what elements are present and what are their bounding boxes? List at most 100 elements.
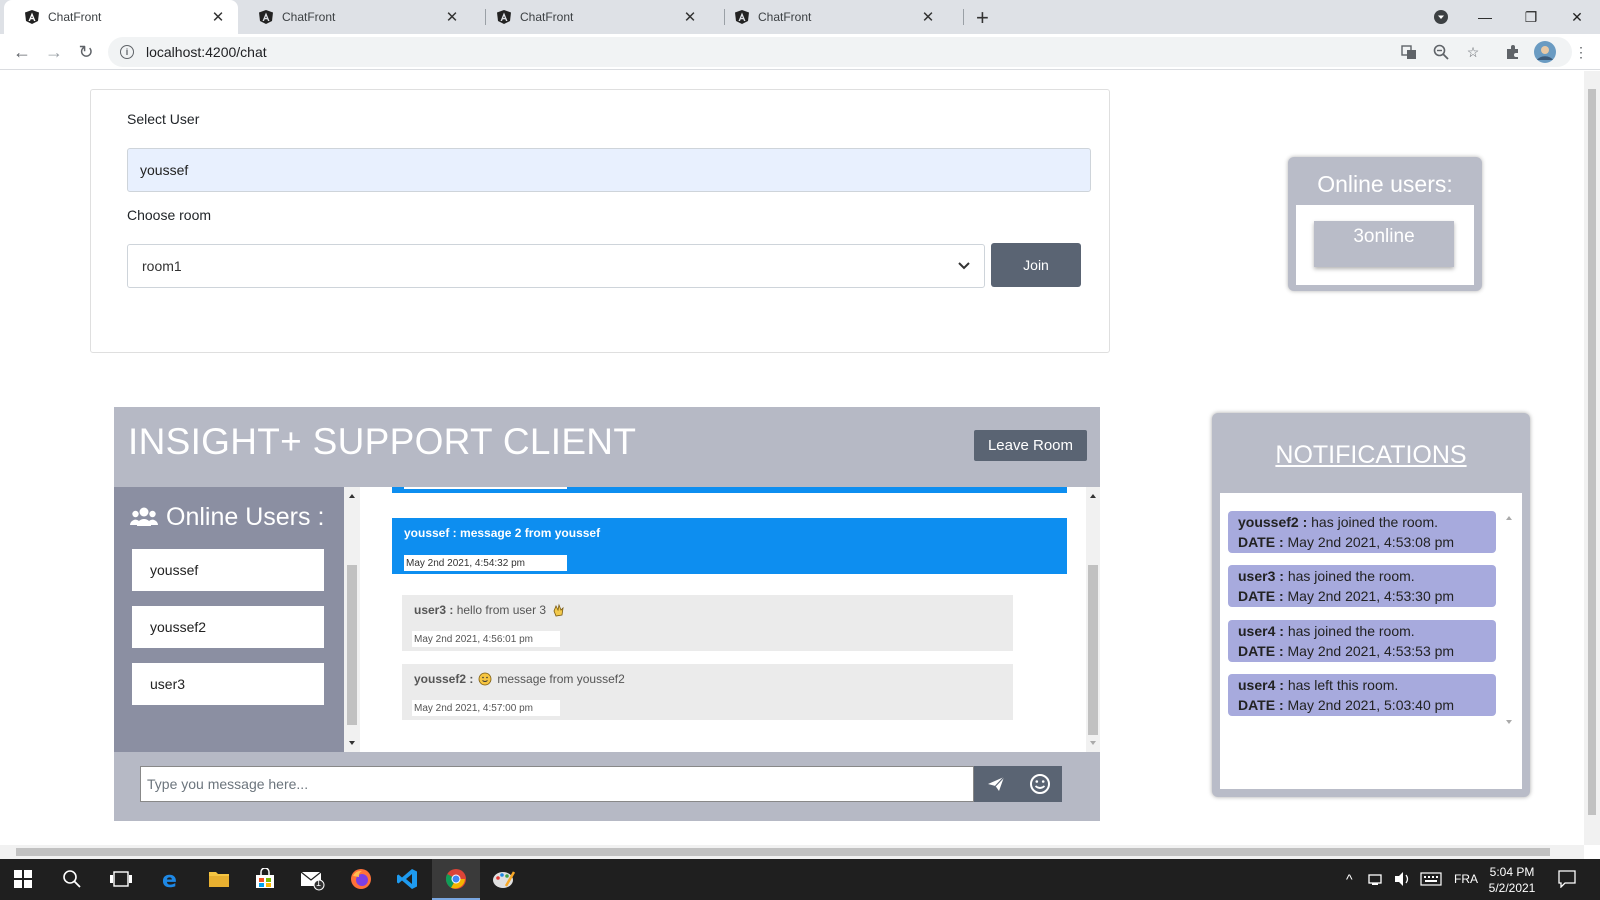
menu-icon[interactable]: ⋮ [1572,43,1590,61]
message-date: May 2nd 2021, 4:56:01 pm [412,631,560,647]
leave-room-button[interactable]: Leave Room [974,430,1087,461]
browser-tab[interactable]: ChatFront ✕ [4,0,238,34]
info-icon[interactable]: i [120,45,134,59]
file-explorer-icon[interactable] [208,869,230,894]
scroll-up-icon[interactable] [1502,513,1516,523]
scroll-thumb[interactable] [16,848,1550,856]
online-users-title: Online users: [1317,171,1453,197]
scroll-thumb[interactable] [1088,565,1098,735]
page-horizontal-scrollbar[interactable] [0,845,1584,859]
page-vertical-scrollbar[interactable] [1584,71,1600,845]
close-icon[interactable]: ✕ [920,8,936,26]
address-bar[interactable]: i localhost:4200/chat [108,37,1572,67]
scroll-down-icon[interactable] [1086,738,1100,748]
close-icon[interactable]: ✕ [444,8,460,26]
notification-item: youssef2 : has joined the room. DATE : M… [1228,511,1496,553]
angular-icon [497,10,511,24]
mail-icon[interactable]: 1 [300,869,326,896]
chat-title: INSIGHT+ SUPPORT CLIENT [128,421,637,462]
store-icon[interactable] [254,867,276,895]
online-users-widget: Online users: 3online [1288,157,1482,291]
room-select-value: room1 [142,258,182,274]
scroll-down-icon[interactable] [1502,717,1516,727]
scroll-thumb[interactable] [1588,89,1596,815]
firefox-icon[interactable] [350,868,372,895]
messages-scrollbar[interactable] [1086,487,1100,752]
angular-icon [735,10,749,24]
close-icon[interactable]: ✕ [682,8,698,26]
task-view-icon[interactable] [110,870,132,893]
profile-menu-icon[interactable] [1418,0,1464,34]
emoji-button[interactable] [1018,766,1062,802]
extensions-icon[interactable] [1504,43,1522,61]
sidebar-title: Online Users : [166,503,325,531]
volume-icon[interactable] [1394,871,1412,892]
avatar[interactable] [1534,41,1556,63]
sidebar-user[interactable]: youssef2 [132,606,324,648]
scroll-up-icon[interactable] [344,491,360,501]
input-language[interactable]: FRA [1454,872,1478,886]
notification-center-icon[interactable] [1558,870,1576,893]
chrome-taskbar-button[interactable] [432,859,480,900]
message-other: youssef2 : message from youssef2 May 2nd… [402,664,1013,720]
edge-icon[interactable]: e [160,867,182,896]
message-text: youssef2 : message from youssef2 [414,672,625,686]
paint-icon[interactable] [492,868,516,895]
browser-toolbar: ← → ↻ i localhost:4200/chat ☆ ⋮ [0,34,1600,70]
browser-tab[interactable]: ChatFront ✕ [238,0,472,34]
zoom-icon[interactable] [1432,43,1450,61]
join-button[interactable]: Join [991,243,1081,287]
window-close-icon[interactable]: ✕ [1554,0,1600,34]
svg-text:e: e [162,868,177,891]
sidebar-user[interactable]: youssef [132,549,324,591]
sidebar-user[interactable]: user3 [132,663,324,705]
clock[interactable]: 5:04 PM 5/2/2021 [1486,864,1538,896]
notifications-title: NOTIFICATIONS [1275,441,1467,469]
translate-icon[interactable] [1400,43,1418,61]
notification-item: user3 : has joined the room. DATE : May … [1228,565,1496,607]
minimize-icon[interactable]: — [1462,0,1508,34]
url-text: localhost:4200/chat [146,44,267,60]
scroll-down-icon[interactable] [344,738,360,748]
tab-title: ChatFront [282,10,336,24]
send-button[interactable] [974,766,1018,802]
sidebar-scrollbar[interactable] [344,487,360,752]
tab-strip: ChatFront ✕ ChatFront ✕ ChatFront ✕ Chat… [0,0,1600,34]
room-select[interactable]: room1 [127,244,985,288]
browser-tab[interactable]: ChatFront ✕ [714,0,948,34]
message-list: youssef : message 2 from youssef May 2nd… [360,487,1086,752]
restore-icon[interactable]: ❐ [1508,0,1554,34]
select-user-label: Select User [127,111,200,127]
online-users-sidebar: Online Users : youssef youssef2 user3 [114,487,344,752]
browser-tab[interactable]: ChatFront ✕ [476,0,710,34]
close-icon[interactable]: ✕ [210,8,226,26]
online-users-body: 3online [1296,205,1474,285]
send-icon [988,776,1005,791]
chevron-down-icon [958,262,970,270]
message-text: user3 : hello from user 3 [414,603,565,617]
windows-start-icon[interactable] [14,870,32,893]
message-input[interactable]: Type you message here... [140,766,974,802]
scroll-thumb[interactable] [347,565,357,725]
search-icon[interactable] [62,869,82,894]
notifications-scrollbar[interactable] [1502,511,1516,729]
clock-time: 5:04 PM [1489,865,1535,879]
scroll-up-icon[interactable] [1086,491,1100,501]
notification-item: user4 : has joined the room. DATE : May … [1228,620,1496,662]
keyboard-icon[interactable] [1420,872,1442,891]
reload-icon[interactable]: ↻ [74,40,98,64]
chevron-up-icon[interactable]: ^ [1346,871,1353,887]
message-text: youssef : message 2 from youssef [404,526,601,540]
tab-title: ChatFront [758,10,812,24]
waving-hand-icon [553,603,564,617]
network-icon[interactable] [1368,871,1384,892]
mail-badge: 1 [316,878,322,888]
forward-icon[interactable]: → [42,40,66,64]
vscode-icon[interactable] [396,868,418,895]
new-tab-icon[interactable]: + [976,5,989,31]
bookmark-star-icon[interactable]: ☆ [1464,43,1482,61]
user-input[interactable]: youssef [127,148,1091,192]
back-icon[interactable]: ← [10,40,34,64]
message-date: May 2nd 2021, 4:57:00 pm [412,700,560,716]
message-other: user3 : hello from user 3 May 2nd 2021, … [402,595,1013,651]
